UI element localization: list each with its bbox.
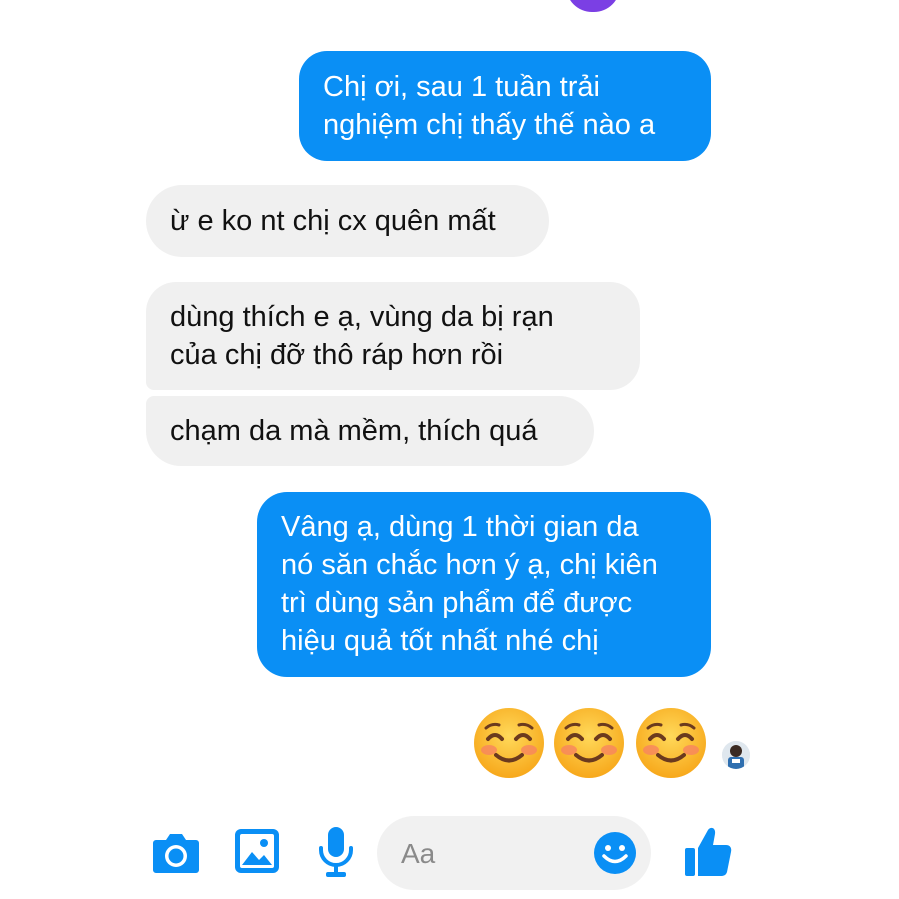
incoming-message[interactable]: ừ e ko nt chị cx quên mất [146,185,549,257]
message-input-placeholder: Aa [401,838,436,869]
incoming-message[interactable]: chạm da mà mềm, thích quá [146,396,594,466]
thumbs-up-icon[interactable] [684,826,732,878]
incoming-message[interactable]: dùng thích e ạ, vùng da bị rạn của chị đ… [146,282,640,390]
smiling-face-emoji-icon [554,708,624,778]
header-shape [566,0,620,12]
outgoing-message[interactable]: Vâng ạ, dùng 1 thời gian da nó săn chắc … [257,492,711,677]
emoji-icon[interactable] [593,831,637,875]
smiling-face-emoji-icon [474,708,544,778]
microphone-icon[interactable] [318,826,354,878]
message-input[interactable]: Aa [377,816,651,890]
camera-icon[interactable] [152,830,200,874]
outgoing-message[interactable]: Chị ơi, sau 1 tuần trải nghiệm chị thấy … [299,51,711,161]
read-receipt-avatar [722,741,750,769]
composer-bar: Aa [0,810,899,899]
smiling-face-emoji-icon [636,708,706,778]
gallery-icon[interactable] [234,828,280,874]
